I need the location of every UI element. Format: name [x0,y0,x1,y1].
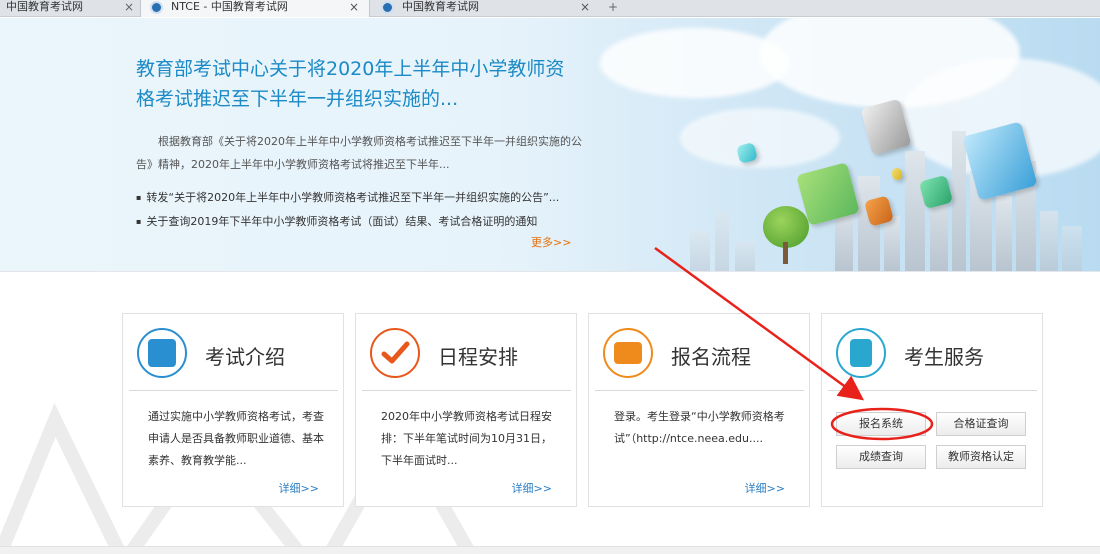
annotation-overlay [654,246,934,441]
annotation-circle [830,407,934,441]
annotation-arrow [654,246,865,401]
page-bottom-bar [0,546,1100,554]
